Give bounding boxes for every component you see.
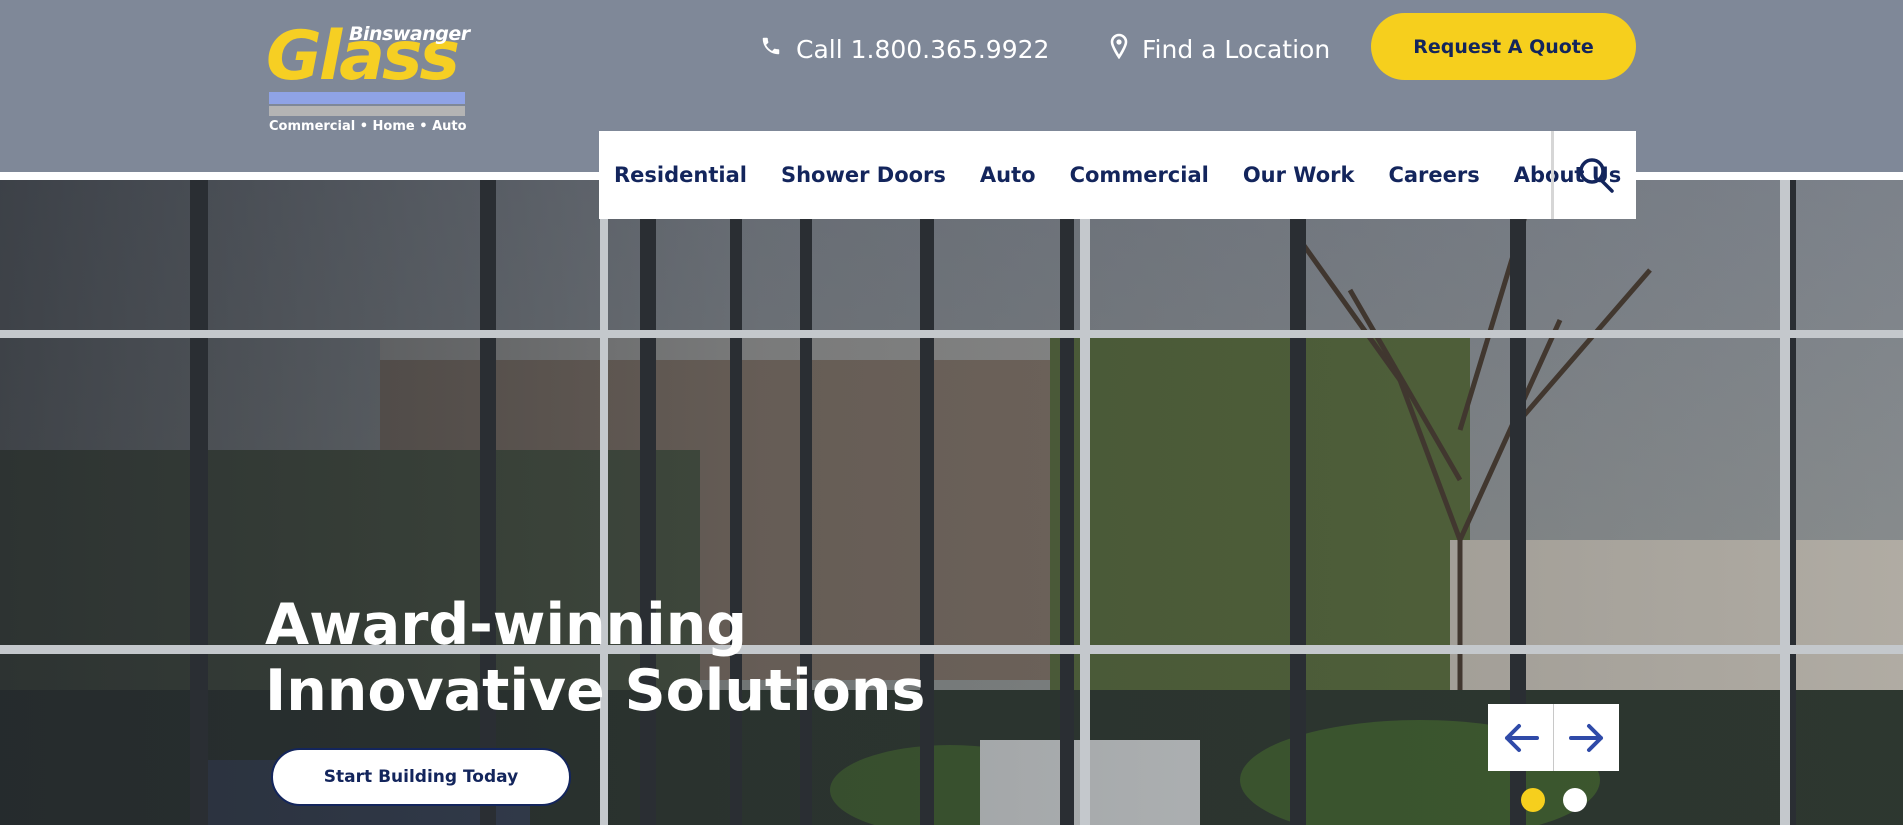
phone-icon <box>760 33 782 65</box>
call-label: Call 1.800.365.9922 <box>796 34 1050 64</box>
nav-item-auto[interactable]: Auto <box>963 163 1053 187</box>
nav-item-residential[interactable]: Residential <box>599 163 764 187</box>
start-building-button[interactable]: Start Building Today <box>271 748 571 806</box>
logo-grey-stripe <box>269 106 465 116</box>
find-location-link[interactable]: Find a Location <box>1110 31 1330 67</box>
nav-item-careers[interactable]: Careers <box>1371 163 1496 187</box>
carousel-dot-2[interactable] <box>1563 788 1587 812</box>
hero-section <box>0 180 1903 825</box>
arrow-right-icon <box>1568 723 1603 752</box>
carousel-next-button[interactable] <box>1554 704 1619 771</box>
binswanger-glass-logo[interactable]: Glass Binswanger Commercial • Home • Aut… <box>266 22 470 135</box>
hero-title: Award-winning Innovative Solutions <box>265 592 925 724</box>
logo-blue-stripe <box>269 92 465 104</box>
logo-tagline: Commercial • Home • Auto <box>269 119 467 134</box>
carousel-prev-button[interactable] <box>1488 704 1553 771</box>
hero-title-line-1: Award-winning <box>265 592 748 658</box>
request-quote-button[interactable]: Request A Quote <box>1371 13 1636 80</box>
nav-search-divider <box>1551 131 1554 219</box>
arrow-left-icon <box>1504 723 1539 752</box>
map-pin-icon <box>1110 33 1128 65</box>
nav-item-commercial[interactable]: Commercial <box>1053 163 1226 187</box>
main-nav: Residential Shower Doors Auto Commercial… <box>599 131 1636 219</box>
logo-brand-small: Binswanger <box>349 23 470 45</box>
search-icon <box>1578 158 1614 193</box>
location-label: Find a Location <box>1142 34 1331 64</box>
nav-item-shower-doors[interactable]: Shower Doors <box>764 163 963 187</box>
hero-title-line-2: Innovative Solutions <box>265 658 926 724</box>
carousel-dot-1[interactable] <box>1521 788 1545 812</box>
search-button[interactable] <box>1555 131 1636 219</box>
call-link[interactable]: Call 1.800.365.9922 <box>760 31 1049 67</box>
carousel-arrows <box>1488 704 1619 771</box>
nav-item-our-work[interactable]: Our Work <box>1226 163 1372 187</box>
